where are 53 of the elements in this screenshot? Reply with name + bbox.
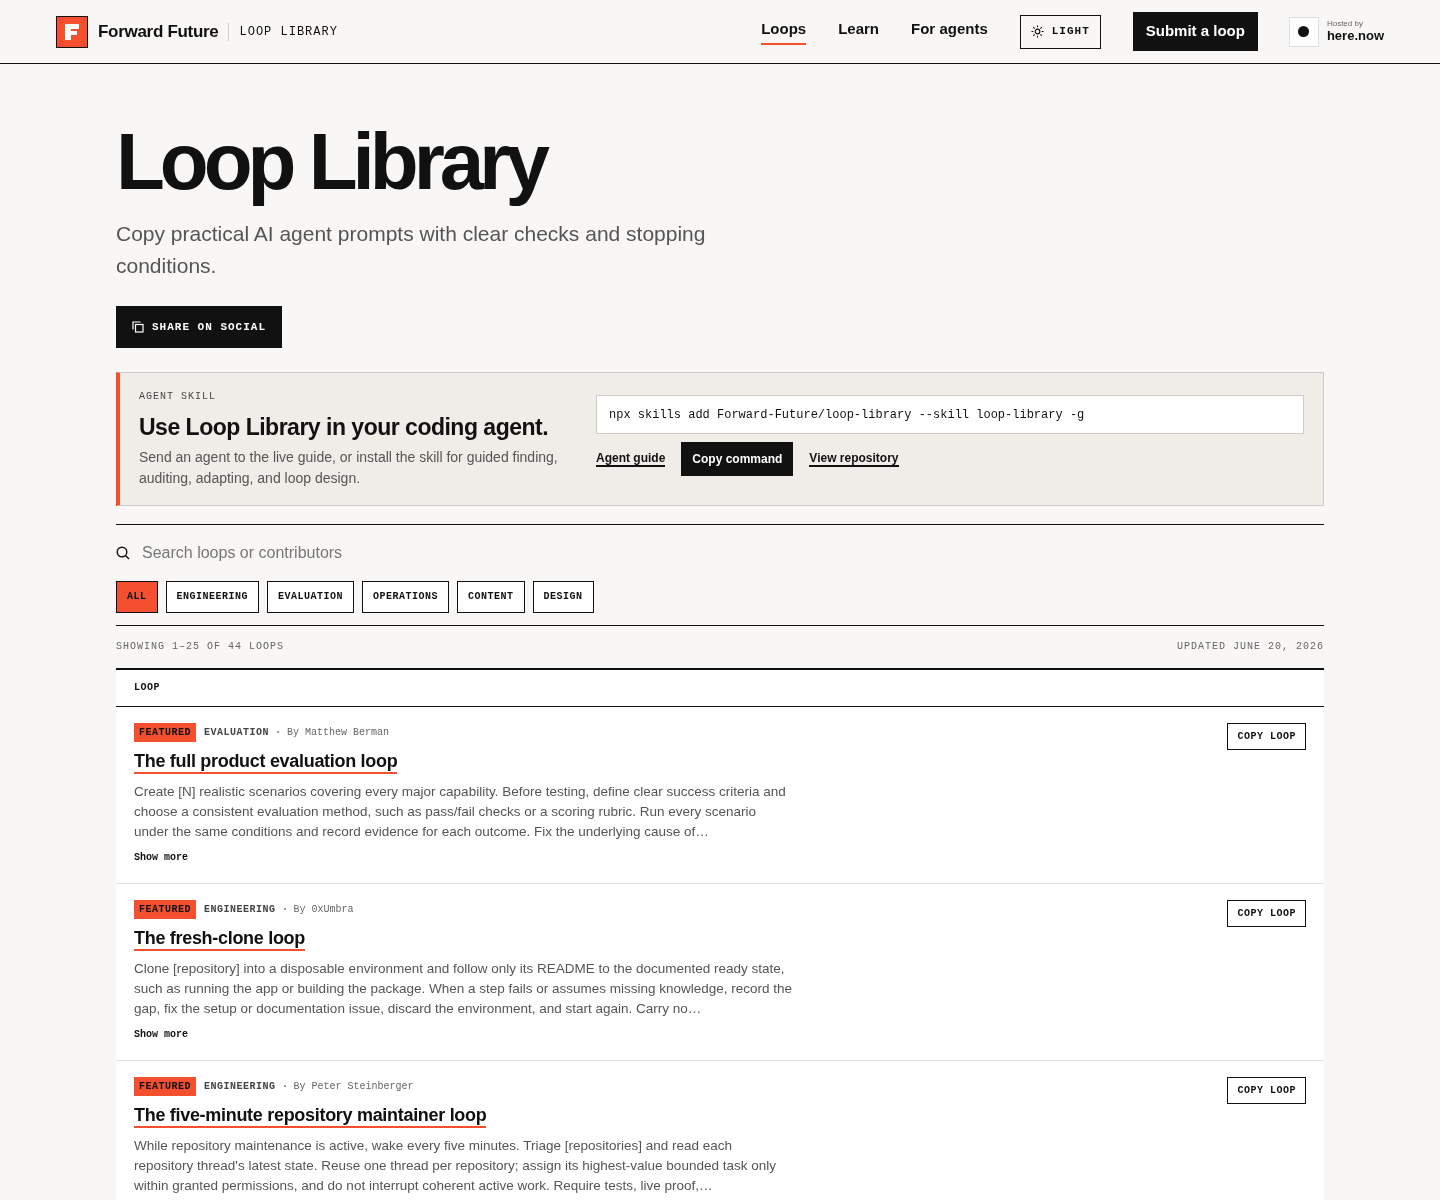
search-field[interactable]: Search loops or contributors bbox=[142, 540, 1324, 565]
submit-button[interactable]: Submit a loop bbox=[1132, 12, 1258, 51]
search-icon bbox=[116, 545, 130, 560]
featured-badge: FEATURED bbox=[134, 899, 196, 919]
sun-icon bbox=[1030, 25, 1044, 38]
column-heading: LOOP bbox=[134, 681, 160, 695]
filter-chip[interactable]: EVALUATION bbox=[267, 580, 355, 613]
loop-author: By 0xUmbra bbox=[293, 902, 354, 917]
product-name: LOOP LIBRARY bbox=[239, 23, 338, 41]
skill-title: Use Loop Library in your coding agent. bbox=[139, 413, 550, 442]
copy-loop-button[interactable]: COPY LOOP bbox=[1227, 722, 1306, 750]
nav-link[interactable]: Learn bbox=[838, 18, 880, 45]
host-caption: Hosted by bbox=[1326, 19, 1364, 29]
theme-button[interactable]: LIGHT bbox=[1019, 14, 1101, 49]
copy-command-button[interactable]: Copy command bbox=[681, 442, 794, 476]
result-count: SHOWING 1–25 OF 44 LOOPS bbox=[116, 640, 285, 654]
loop-description: Clone [repository] into a disposable environment and follow only its README to the documented ready state, such as running the app or building the package. When a step fails or assumes missing knowledge, record the gap, fix the setup or documentation issue, discard the environment, and start again. Carry no… bbox=[134, 959, 794, 1018]
copy-loop-button[interactable]: COPY LOOP bbox=[1227, 1076, 1306, 1104]
filter-chip[interactable]: ALL bbox=[116, 580, 158, 613]
loop-author: By Matthew Berman bbox=[287, 725, 390, 740]
loop-author: By Peter Steinberger bbox=[293, 1079, 414, 1094]
loop-title[interactable]: The full product evaluation loop bbox=[134, 749, 398, 774]
host-name: here.now bbox=[1326, 28, 1384, 44]
nav-link[interactable]: For agents bbox=[911, 18, 988, 45]
featured-badge: FEATURED bbox=[134, 1076, 196, 1096]
loop-description: While repository maintenance is active, wake every five minutes. Triage [repositories] and read each repository thread's latest state. Reuse one thread per repository; assign its highest-value bounded task only within granted permissions, and do not interrupt coherent active work. Require tests, live proof,… bbox=[134, 1136, 777, 1195]
skill-text: Send an agent to the live guide, or install the skill for guided finding, auditing, adapting, and loop design. bbox=[139, 447, 559, 488]
show-more-button[interactable]: Show more bbox=[134, 849, 188, 865]
filter-chip[interactable]: DESIGN bbox=[532, 580, 594, 613]
loop-category: ENGINEERING bbox=[204, 1079, 276, 1094]
host-badge-icon bbox=[1288, 16, 1319, 47]
logo-icon bbox=[56, 15, 88, 48]
nav-link[interactable]: Loops bbox=[761, 18, 807, 45]
skill-link[interactable]: View repository bbox=[809, 451, 899, 467]
skill-eyebrow: AGENT SKILL bbox=[139, 390, 217, 404]
share-button[interactable]: SHARE ON SOCIAL bbox=[116, 306, 283, 348]
brand-name: Forward Future bbox=[98, 20, 219, 43]
updated-date: UPDATED JUNE 20, 2026 bbox=[1176, 640, 1324, 654]
loop-title[interactable]: The five-minute repository maintainer loop bbox=[134, 1103, 487, 1128]
copy-loop-button[interactable]: COPY LOOP bbox=[1227, 899, 1306, 927]
featured-badge: FEATURED bbox=[134, 722, 196, 742]
loop-description: Create [N] realistic scenarios covering every major capability. Before testing, define clear success criteria and choose a consistent evaluation method, such as pass/fail checks or a scoring rubric. Run every scenario under the same conditions and record evidence for each outcome. Fix the underlying cause of… bbox=[134, 782, 787, 841]
page-subtitle: Copy practical AI agent prompts with clear checks and stopping conditions. bbox=[116, 221, 707, 279]
show-more-button[interactable]: Show more bbox=[134, 1026, 188, 1042]
command-field[interactable]: npx skills add Forward-Future/loop-library --skill loop-library -g bbox=[596, 395, 1304, 434]
loop-category: EVALUATION bbox=[204, 725, 270, 740]
filter-chip[interactable]: CONTENT bbox=[457, 580, 525, 613]
filter-chip[interactable]: ENGINEERING bbox=[165, 580, 260, 613]
copy-icon bbox=[132, 321, 144, 333]
filter-chip[interactable]: OPERATIONS bbox=[362, 580, 450, 613]
loop-category: ENGINEERING bbox=[204, 902, 276, 917]
loop-title[interactable]: The fresh-clone loop bbox=[134, 926, 305, 951]
skill-link[interactable]: Agent guide bbox=[596, 451, 666, 467]
